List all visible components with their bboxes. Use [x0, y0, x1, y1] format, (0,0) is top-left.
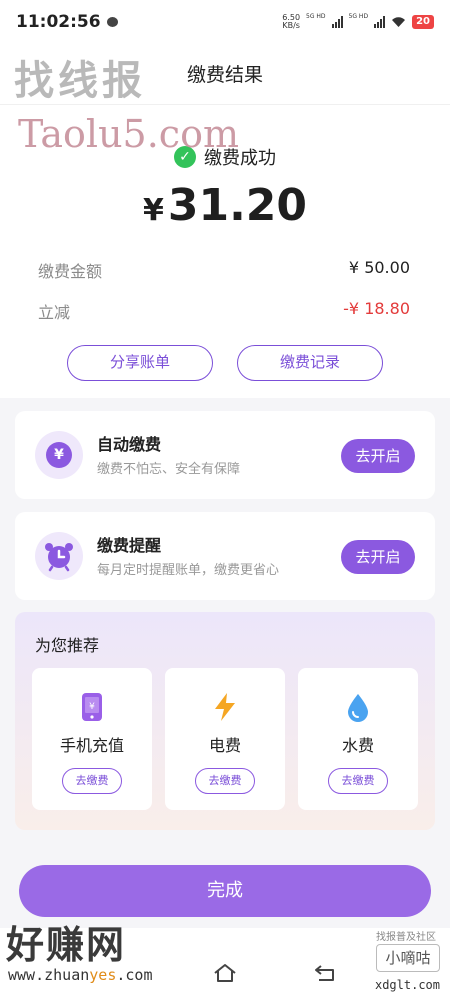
detail-value: ¥ 50.00 [348, 258, 410, 277]
card-title: 自动缴费 [97, 435, 162, 454]
reminder-icon-wrap [35, 532, 83, 580]
enable-reminder-button[interactable]: 去开启 [341, 540, 415, 574]
recommend-item-mobile-topup[interactable]: ¥ 手机充值 去缴费 [32, 668, 152, 810]
detail-value: -¥ 18.80 [343, 299, 410, 318]
header-divider [0, 104, 450, 105]
watermark-taolu: Taolu5.com [18, 112, 240, 156]
pay-mobile-button[interactable]: 去缴费 [62, 768, 122, 794]
signal-icon [374, 16, 386, 28]
enable-auto-pay-button[interactable]: 去开启 [341, 439, 415, 473]
currency-symbol: ¥ [142, 193, 164, 228]
paid-amount: ¥31.20 [0, 180, 450, 231]
wifi-icon [392, 17, 406, 27]
svg-text:¥: ¥ [89, 702, 95, 712]
water-drop-icon [348, 694, 368, 722]
phone-icon-wrap: ¥ [32, 692, 152, 724]
water-drop-icon-wrap [298, 692, 418, 724]
home-icon[interactable] [212, 962, 238, 984]
status-indicators: 6.50 KB/s 5G HD 5G HD 20 [282, 12, 434, 30]
card-title: 缴费提醒 [97, 536, 162, 555]
payment-records-button[interactable]: 缴费记录 [237, 345, 383, 381]
phone-icon: ¥ [82, 693, 102, 721]
sim2-label: 5G HD [348, 12, 369, 20]
alarm-clock-icon [45, 543, 73, 572]
recommend-label: 电费 [208, 736, 241, 755]
card-desc: 缴费不怕忘、安全有保障 [97, 462, 241, 477]
recommend-item-water[interactable]: 水费 去缴费 [298, 668, 418, 810]
network-speed: 6.50 KB/s [282, 14, 300, 30]
chat-notification-icon [106, 17, 118, 27]
network-speed-unit: KB/s [282, 21, 300, 30]
watermark-right-caption: 找报普及社区 [376, 932, 436, 943]
card-desc: 每月定时提醒账单，缴费更省心 [97, 563, 280, 578]
pay-water-button[interactable]: 去缴费 [328, 768, 388, 794]
recommend-panel: 为您推荐 ¥ 手机充值 去缴费 电费 去缴费 水费 去缴费 [15, 612, 435, 830]
payment-reminder-card[interactable]: 缴费提醒 每月定时提醒账单，缴费更省心 去开启 [15, 512, 435, 600]
detail-label: 立减 [38, 303, 71, 322]
done-button[interactable]: 完成 [19, 865, 431, 917]
auto-pay-card[interactable]: ¥ 自动缴费 缴费不怕忘、安全有保障 去开启 [15, 411, 435, 499]
detail-row-total: 缴费金额 ¥ 50.00 [38, 258, 410, 282]
battery-indicator: 20 [412, 15, 434, 29]
back-icon[interactable] [313, 962, 339, 984]
amount-value: 31.20 [167, 180, 308, 231]
status-bar: 11:02:56 6.50 KB/s 5G HD 5G HD 20 [0, 0, 450, 44]
recommend-item-electricity[interactable]: 电费 去缴费 [165, 668, 285, 810]
detail-row-discount: 立减 -¥ 18.80 [38, 299, 410, 323]
page-title: 缴费结果 [186, 64, 263, 86]
recommend-title: 为您推荐 [35, 636, 100, 655]
sim1-label: 5G HD [306, 12, 326, 20]
status-time: 11:02:56 [16, 12, 101, 32]
share-bill-button[interactable]: 分享账单 [67, 345, 213, 381]
system-nav-bar [0, 950, 450, 1000]
pay-electricity-button[interactable]: 去缴费 [195, 768, 255, 794]
detail-label: 缴费金额 [38, 262, 103, 281]
lightning-icon [215, 693, 235, 721]
recommend-label: 手机充值 [59, 736, 124, 755]
yen-icon: ¥ [46, 442, 72, 468]
lightning-icon-wrap [165, 692, 285, 724]
auto-pay-icon-wrap: ¥ [35, 431, 83, 479]
signal-icon [331, 16, 343, 28]
recommend-label: 水费 [341, 736, 374, 755]
